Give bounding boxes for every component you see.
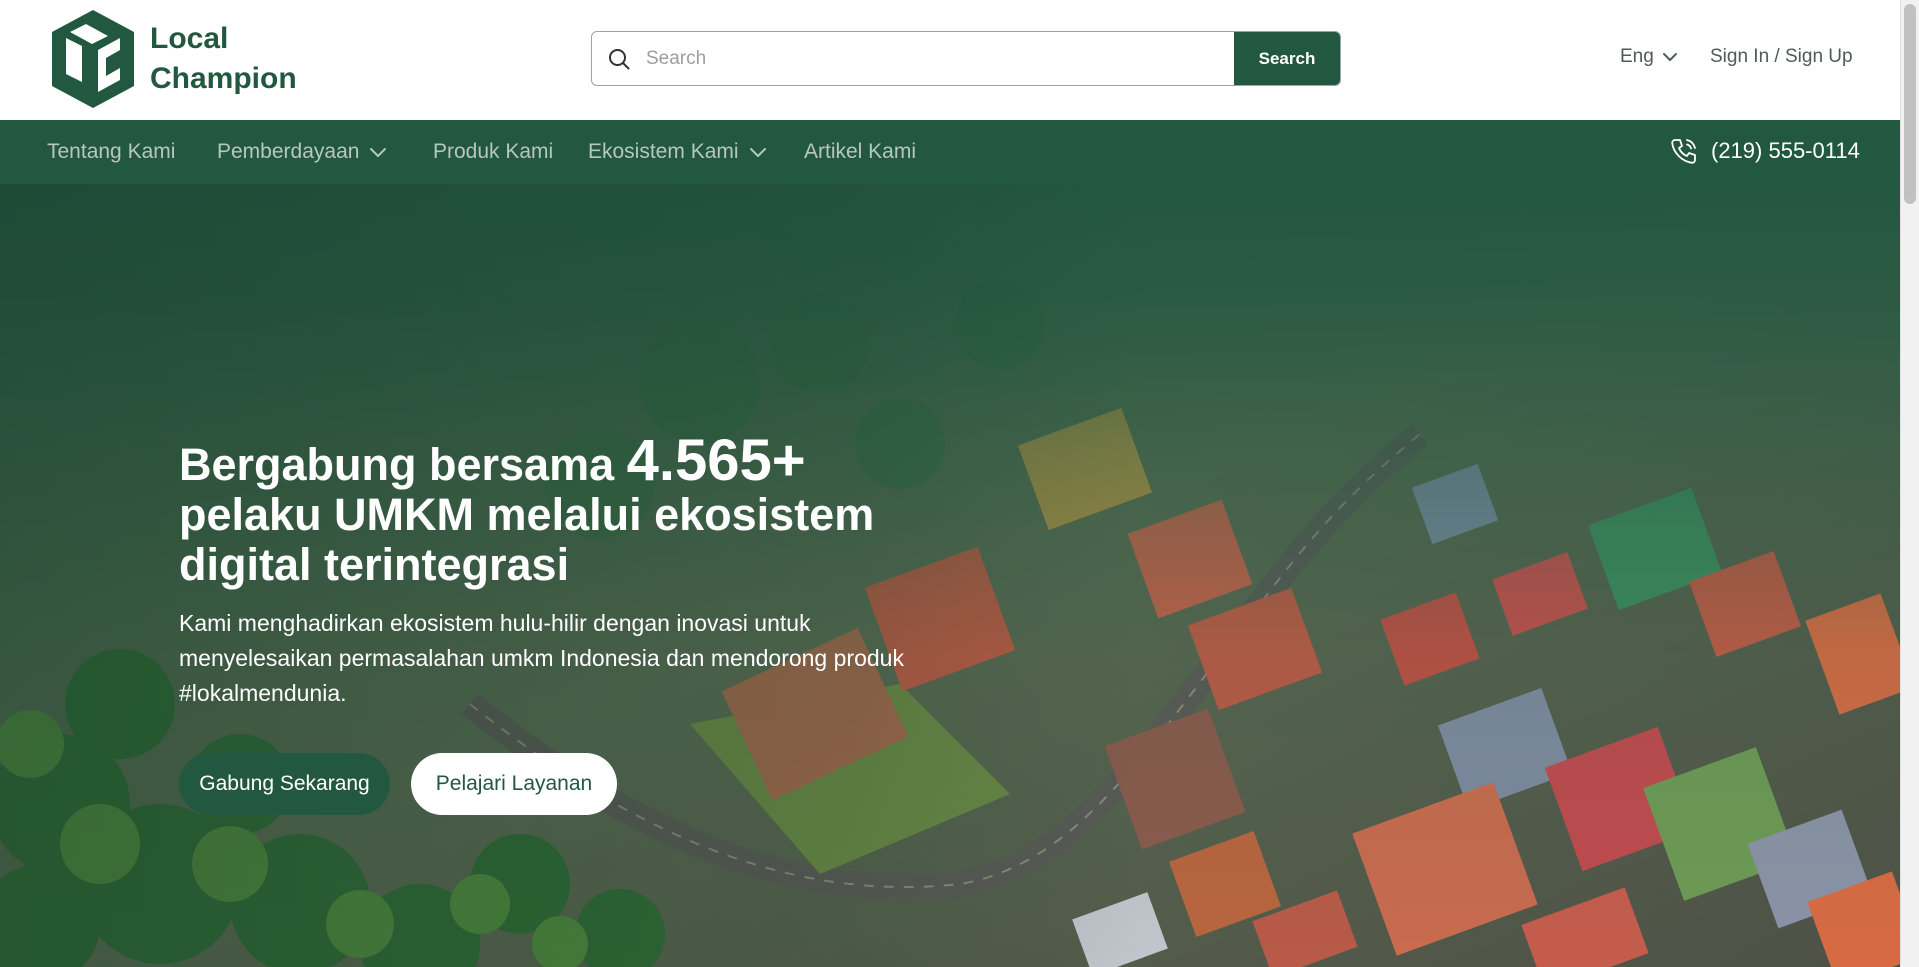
phone-contact[interactable]: (219) 555-0114 — [1669, 136, 1860, 166]
main-nav: Tentang Kami Pemberdayaan Produk Kami Ek… — [0, 120, 1900, 184]
language-selector[interactable]: Eng — [1620, 46, 1678, 68]
nav-item-pemberdayaan[interactable]: Pemberdayaan — [217, 140, 387, 164]
brand-name-line2: Champion — [150, 62, 297, 95]
sign-in-sign-up-link[interactable]: Sign In / Sign Up — [1710, 46, 1853, 68]
hero-section: Bergabung bersama 4.565+ pelaku UMKM mel… — [0, 184, 1900, 967]
hero-member-count: 4.565+ — [626, 428, 806, 493]
brand-name: Local Champion — [150, 19, 297, 99]
chevron-down-icon — [749, 147, 766, 157]
nav-item-label: Pemberdayaan — [217, 140, 360, 163]
chevron-down-icon — [1662, 53, 1677, 61]
hero-title: Bergabung bersama 4.565+ pelaku UMKM mel… — [179, 432, 979, 590]
nav-item-ekosistem-kami[interactable]: Ekosistem Kami — [588, 140, 767, 164]
page-scrollbar[interactable] — [1900, 0, 1919, 967]
logo-cube-icon — [52, 10, 134, 108]
site-header: Local Champion Search Eng Sign In / Sign… — [0, 0, 1900, 120]
nav-item-label: Tentang Kami — [47, 140, 176, 163]
brand-name-line1: Local — [150, 22, 229, 55]
scrollbar-thumb[interactable] — [1904, 4, 1916, 204]
language-label: Eng — [1620, 46, 1654, 67]
nav-item-tentang-kami[interactable]: Tentang Kami — [47, 140, 175, 164]
nav-item-label: Ekosistem Kami — [588, 140, 739, 163]
learn-services-button[interactable]: Pelajari Layanan — [411, 753, 617, 815]
nav-item-label: Artikel Kami — [804, 140, 917, 163]
search-input[interactable] — [646, 32, 1234, 85]
search-bar: Search — [591, 31, 1341, 86]
brand-logo[interactable]: Local Champion — [52, 10, 297, 108]
hero-title-prefix: Bergabung bersama — [179, 439, 627, 490]
phone-icon — [1671, 139, 1696, 164]
hero-description: Kami menghadirkan ekosistem hulu-hilir d… — [179, 610, 904, 706]
join-now-button[interactable]: Gabung Sekarang — [179, 753, 390, 815]
hero-title-suffix: pelaku UMKM melalui ekosistem digital te… — [179, 489, 875, 590]
phone-number: (219) 555-0114 — [1711, 138, 1860, 163]
chevron-down-icon — [370, 147, 387, 157]
search-icon — [592, 32, 646, 85]
nav-item-artikel-kami[interactable]: Artikel Kami — [804, 140, 916, 164]
nav-item-label: Produk Kami — [433, 140, 554, 163]
search-button[interactable]: Search — [1234, 32, 1340, 85]
nav-item-produk-kami[interactable]: Produk Kami — [433, 140, 553, 164]
